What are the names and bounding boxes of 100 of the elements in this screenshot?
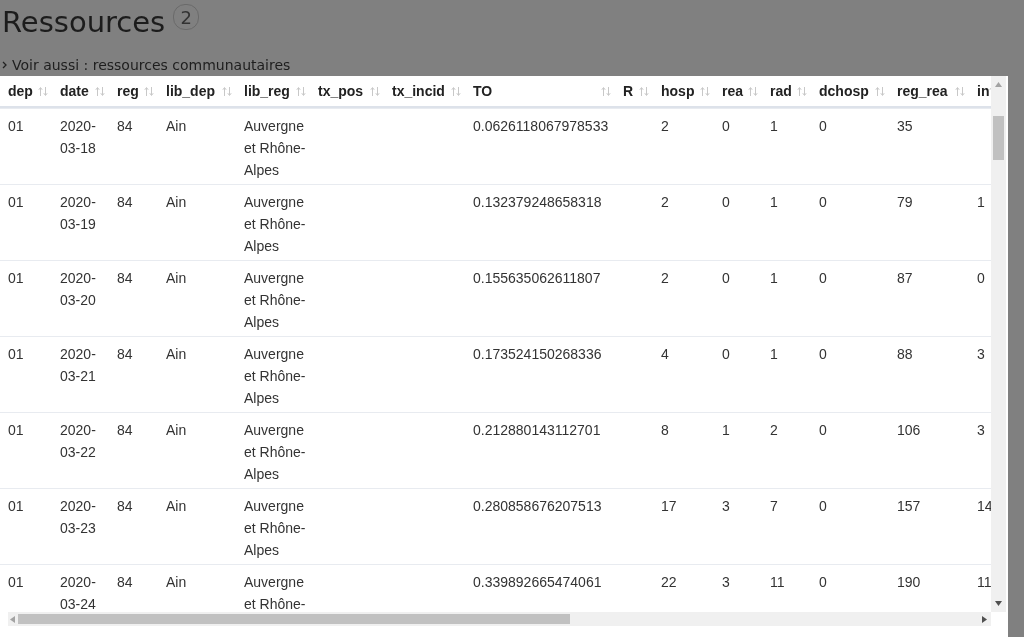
sort-icon[interactable] xyxy=(748,85,758,97)
table-cell-text: 190 xyxy=(896,573,922,592)
sort-icon[interactable] xyxy=(451,85,461,97)
table-cell-text: Auvergne et Rhône-Alpes xyxy=(243,193,307,256)
column-header[interactable]: TO xyxy=(465,76,615,106)
sort-icon[interactable] xyxy=(875,85,885,97)
table-cell-text: 4 xyxy=(660,345,670,364)
table-cell-text: 0.280858676207513 xyxy=(472,497,603,516)
column-header[interactable]: rea xyxy=(714,76,762,106)
table-cell-text: 2 xyxy=(769,421,779,440)
column-header[interactable]: reg_rea xyxy=(889,76,969,106)
table-cell-text: 2020-03-23 xyxy=(59,497,97,538)
table-cell-text: 84 xyxy=(116,117,134,136)
sort-icon[interactable] xyxy=(700,85,710,97)
table-cell-text: 01 xyxy=(7,497,25,516)
table-cell-text: 01 xyxy=(7,193,25,212)
table-cell-text: 01 xyxy=(7,573,25,592)
column-header[interactable]: tx_incid xyxy=(384,76,465,106)
column-header[interactable]: rad xyxy=(762,76,811,106)
right-arrow-icon[interactable] xyxy=(982,616,987,623)
table-cell-text: 2020-03-21 xyxy=(59,345,97,386)
sort-icon[interactable] xyxy=(38,85,48,97)
table-cell-text: 84 xyxy=(116,345,134,364)
sort-icon[interactable] xyxy=(222,85,232,97)
table-cell-text: 1 xyxy=(769,345,779,364)
column-header[interactable]: in xyxy=(969,76,991,106)
table-cell-text: 3 xyxy=(721,497,731,516)
table-cell-text: 1 xyxy=(769,193,779,212)
scroll-thumb[interactable] xyxy=(993,116,1004,160)
table-cell-text: 2020-03-24 xyxy=(59,573,97,612)
table-cell-text: 01 xyxy=(7,117,25,136)
table-cell-text: Ain xyxy=(165,421,188,440)
table-cell-text: 0.173524150268336 xyxy=(472,345,603,364)
table-cell-text: 0 xyxy=(818,573,828,592)
table-cell-text: Ain xyxy=(165,345,188,364)
table-cell-text: 0.212880143112701 xyxy=(472,421,602,440)
column-header[interactable]: R xyxy=(615,76,653,106)
table-cell-text: 106 xyxy=(896,421,922,440)
sort-icon[interactable] xyxy=(601,85,611,97)
column-header[interactable]: date xyxy=(52,76,109,106)
table-cell-text: 0.339892665474061 xyxy=(472,573,603,592)
left-arrow-icon[interactable] xyxy=(10,616,15,623)
sort-icon[interactable] xyxy=(95,85,105,97)
vertical-scrollbar[interactable] xyxy=(991,76,1006,612)
table-cell-text: 0 xyxy=(818,421,828,440)
table-cell-text: 0 xyxy=(818,193,828,212)
column-header[interactable]: hosp xyxy=(653,76,714,106)
see-also-link[interactable]: Voir aussi : ressources communautaires xyxy=(12,57,291,73)
sort-icon[interactable] xyxy=(955,85,965,97)
table-cell-text: 3 xyxy=(976,345,986,364)
column-header[interactable]: tx_pos xyxy=(310,76,384,106)
sort-icon[interactable] xyxy=(639,85,649,97)
table-cell-text: 3 xyxy=(976,421,986,440)
table-cell-text: 88 xyxy=(896,345,914,364)
table-cell-text: 84 xyxy=(116,193,134,212)
column-header[interactable]: reg xyxy=(109,76,158,106)
column-header[interactable]: lib_reg xyxy=(236,76,310,106)
table-cell-text: 3 xyxy=(721,573,731,592)
table-cell-text: 0 xyxy=(721,345,731,364)
table-cell-text: 2020-03-22 xyxy=(59,421,97,462)
table-cell-text: 0 xyxy=(818,269,828,288)
table-cell-text: 2 xyxy=(660,117,670,136)
table-cell-text: 01 xyxy=(7,345,25,364)
sort-icon[interactable] xyxy=(370,85,380,97)
table-cell-text: 11 xyxy=(769,573,786,592)
horizontal-scrollbar[interactable] xyxy=(8,612,991,626)
table-cell-text: 01 xyxy=(7,269,25,288)
up-arrow-icon[interactable] xyxy=(995,82,1002,87)
table-cell-text: 84 xyxy=(116,573,134,592)
column-header[interactable]: lib_dep xyxy=(158,76,236,106)
table-cell-text: 2 xyxy=(660,269,670,288)
count-badge: 2 xyxy=(173,4,200,30)
table-cell-text: 2 xyxy=(660,193,670,212)
table-cell-text: Ain xyxy=(165,117,188,136)
column-header[interactable]: dep xyxy=(0,76,52,106)
table-cell-text: 2020-03-20 xyxy=(59,269,97,310)
sort-icon[interactable] xyxy=(296,85,306,97)
table-cell-text: Auvergne et Rhône-Alpes xyxy=(243,117,307,180)
sort-icon[interactable] xyxy=(144,85,154,97)
table-cell-text: Auvergne et Rhône-Alpes xyxy=(243,421,307,484)
table-cell-text: Ain xyxy=(165,269,188,288)
table-cell-text: Auvergne et Rhône-Alpes xyxy=(243,497,307,560)
table-cell-text: Ain xyxy=(165,193,188,212)
table-cell-text: 87 xyxy=(896,269,914,288)
table-cell-text: Ain xyxy=(165,573,188,592)
table-cell-text: Auvergne et Rhône- xyxy=(243,573,307,612)
chevron-icon xyxy=(2,61,8,69)
table-cell-text: Auvergne et Rhône-Alpes xyxy=(243,269,307,332)
scroll-thumb[interactable] xyxy=(18,614,570,624)
table-cell-text: 0.0626118067978533 xyxy=(472,117,610,136)
table-cell-text: 1 xyxy=(721,421,731,440)
table-cell-text: 84 xyxy=(116,497,134,516)
down-arrow-icon[interactable] xyxy=(995,601,1002,606)
table-cell-text: 01 xyxy=(7,421,25,440)
table-cell-text: 1 xyxy=(769,117,779,136)
page-title: Ressources xyxy=(2,4,166,41)
table-cell-text: 2020-03-18 xyxy=(59,117,97,158)
sort-icon[interactable] xyxy=(797,85,807,97)
table-cell-text: 0 xyxy=(818,345,828,364)
column-header[interactable]: dchosp xyxy=(811,76,889,106)
